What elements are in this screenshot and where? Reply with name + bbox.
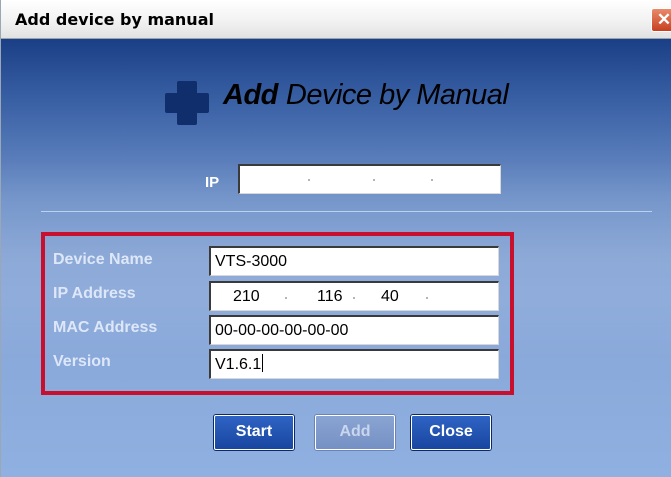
ip-octet-1[interactable]: 210 bbox=[233, 283, 260, 310]
window-title: Add device by manual bbox=[15, 10, 214, 29]
ip-separator-dot bbox=[353, 297, 355, 299]
heading-bold: Add bbox=[223, 79, 278, 111]
device-name-field[interactable]: VTS-3000 bbox=[209, 246, 499, 276]
text-cursor bbox=[262, 354, 264, 372]
ip-address-label: IP Address bbox=[53, 285, 136, 302]
ip-lookup-label: IP bbox=[205, 174, 220, 191]
close-icon[interactable]: ✕ bbox=[651, 8, 671, 32]
dialog-heading: Add Device by Manual bbox=[223, 79, 509, 112]
mac-address-field[interactable]: 00-00-00-00-00-00 bbox=[209, 315, 499, 345]
version-label: Version bbox=[53, 353, 111, 370]
ip-address-field[interactable]: 210 116 40 bbox=[209, 281, 499, 311]
start-button[interactable]: Start bbox=[214, 415, 294, 450]
ip-separator-dot bbox=[308, 179, 310, 181]
version-field[interactable]: V1.6.1 bbox=[209, 349, 499, 379]
add-device-dialog: Add device by manual ✕ Add Device by Manu… bbox=[0, 0, 671, 477]
device-name-label: Device Name bbox=[53, 251, 153, 268]
mac-address-label: MAC Address bbox=[53, 319, 158, 336]
divider bbox=[41, 211, 652, 212]
version-value: V1.6.1 bbox=[215, 356, 262, 373]
ip-separator-dot bbox=[373, 179, 375, 181]
title-bar[interactable]: Add device by manual ✕ bbox=[1, 0, 671, 39]
heading-rest: Device by Manual bbox=[285, 79, 509, 111]
ip-separator-dot bbox=[426, 297, 428, 299]
ip-separator-dot bbox=[285, 297, 287, 299]
add-button[interactable]: Add bbox=[315, 415, 395, 450]
dialog-body: Add Device by Manual IP Device Name VTS-3… bbox=[1, 39, 671, 477]
plus-icon bbox=[165, 81, 209, 125]
ip-octet-2[interactable]: 116 bbox=[317, 283, 343, 310]
ip-separator-dot bbox=[431, 179, 433, 181]
ip-octet-3[interactable]: 40 bbox=[381, 283, 399, 310]
close-button[interactable]: Close bbox=[411, 415, 491, 450]
ip-lookup-input[interactable] bbox=[238, 164, 501, 194]
